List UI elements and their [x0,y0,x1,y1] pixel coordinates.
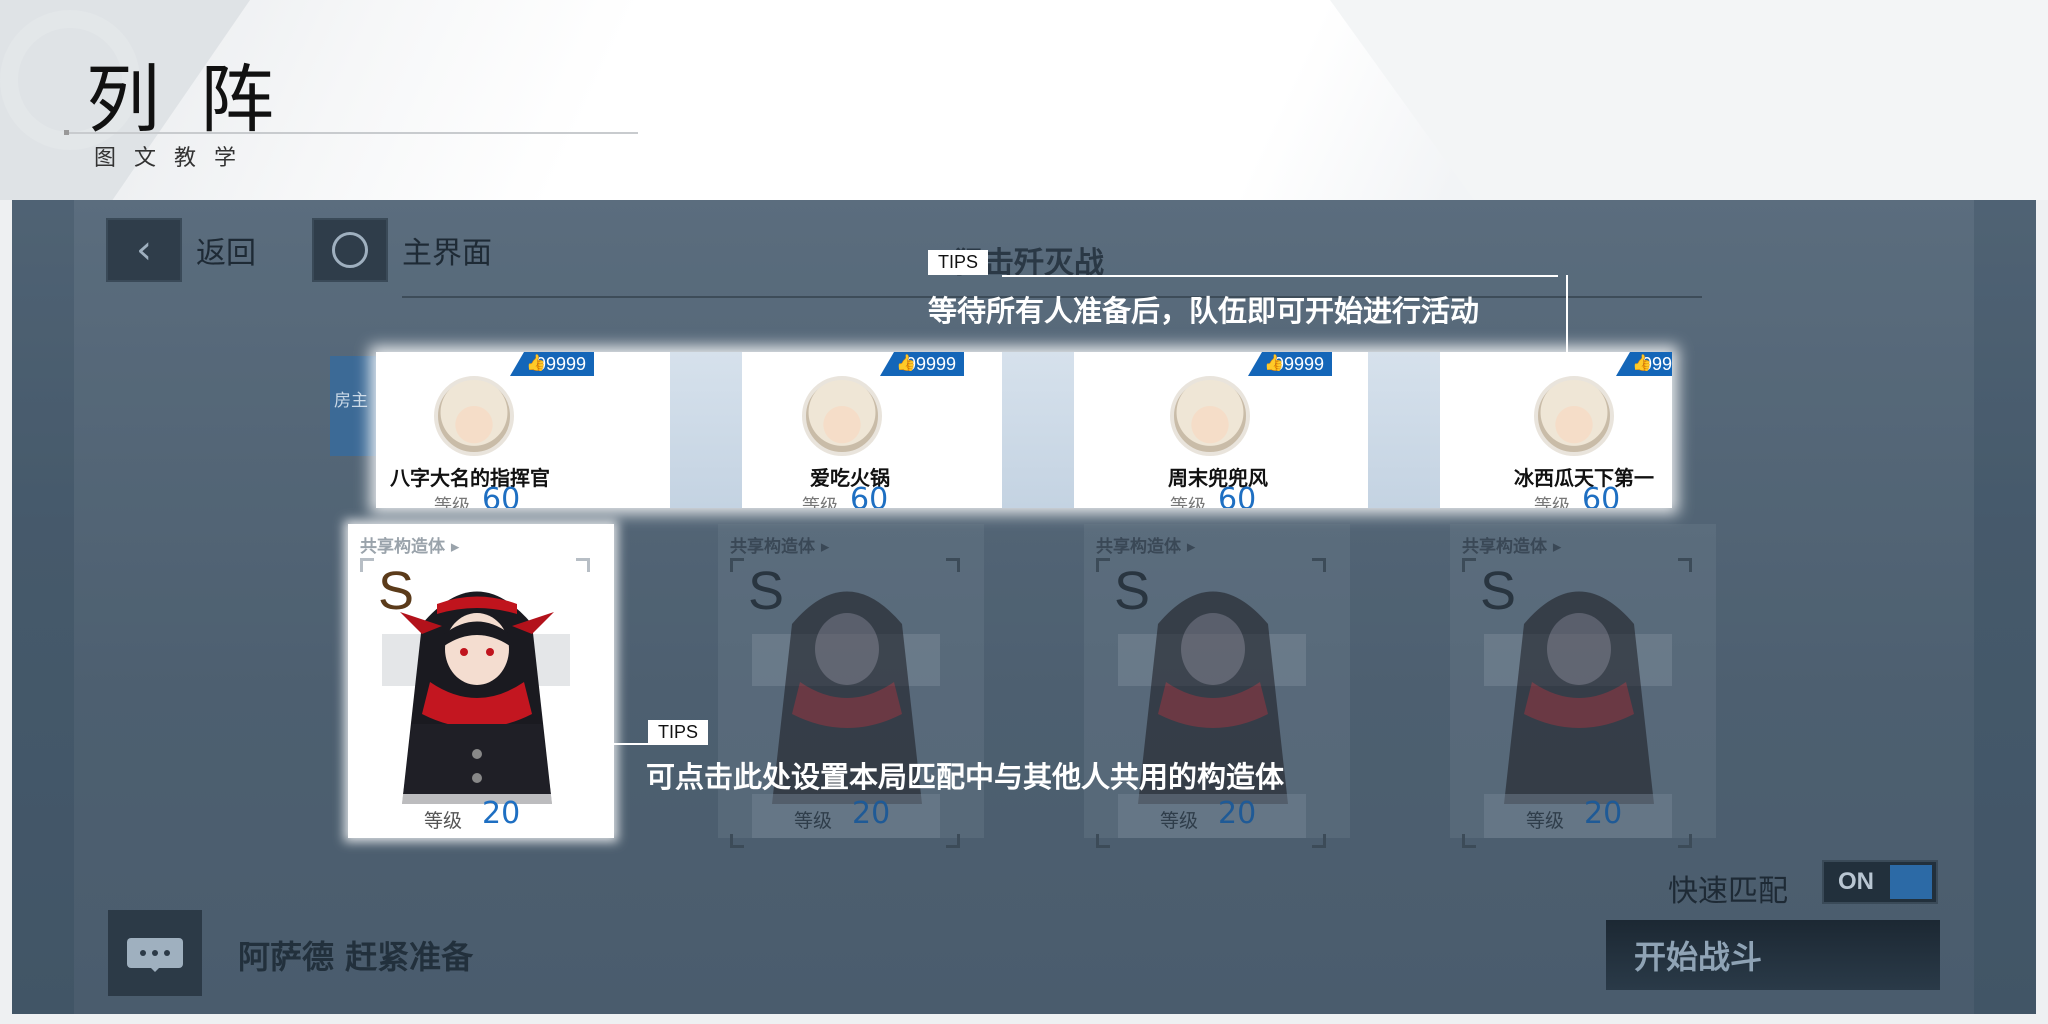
tip-tag: TIPS [928,250,989,275]
tip-text: 等待所有人准备后，队伍即可开始进行活动 [928,294,1480,328]
tip-connector [1566,275,1568,353]
player-level-label: 等级 [1534,496,1570,508]
chat-icon [127,938,183,972]
like-badge: 👍 99999 [1248,352,1333,376]
thumbs-up-icon: 👍 [1264,355,1284,372]
player-slot[interactable]: 👍 99999 爱吃火锅 等级 60 [708,352,1074,508]
avatar [1534,376,1614,456]
chat-message: 阿萨德 赶紧准备 [238,938,474,976]
thumbs-up-icon: 👍 [526,355,546,372]
player-level: 60 [1582,482,1621,508]
player-level-label: 等级 [1170,496,1206,508]
tip-text: 可点击此处设置本局匹配中与其他人共用的构造体 [646,760,1285,794]
player-name: 八字大名的指挥官 [390,466,550,490]
player-level: 60 [482,482,521,508]
construct-level-label: 等级 [1160,810,1199,832]
card-header: 共享构造体 ▸ [360,537,460,557]
shared-construct-card[interactable]: 共享构造体 ▸ S 等级 20 [1450,524,1716,848]
player-strip: 👍 99999 八字大名的指挥官 等级 60 👍 99999 爱吃火锅 等级 6… [376,352,1672,508]
player-level: 60 [850,482,889,508]
card-header: 共享构造体 ▸ [730,537,830,557]
construct-level-label: 等级 [794,810,833,832]
construct-level-label: 等级 [424,810,463,832]
thumbs-up-icon: 👍 [896,355,916,372]
toggle-state: ON [1838,868,1874,895]
like-badge: 👍 99999 [510,352,595,376]
card-footer [1484,794,1672,838]
chat-button[interactable] [108,910,202,996]
avatar [1170,376,1250,456]
game-screenshot: ‹ 返回 主界面 狙击歼灭战 TIPS 等待所有人准备后，队伍即可开始进行活动 … [12,200,2036,1014]
player-level: 60 [1218,482,1257,508]
back-label: 返回 [196,236,256,271]
page-subtitle: 图文教学 [94,146,255,171]
construct-portrait [1504,591,1654,804]
thumbs-up-icon: 👍 [1632,355,1652,372]
like-badge: 👍 99999 [1616,352,1672,376]
card-footer [752,794,940,838]
avatar [434,376,514,456]
player-level-label: 等级 [434,496,470,508]
back-button[interactable]: ‹ 返回 [106,218,256,282]
home-circle-icon [312,218,388,282]
quick-match-toggle[interactable]: ON [1822,860,1938,904]
home-label: 主界面 [402,236,492,271]
avatar [802,376,882,456]
start-battle-button[interactable]: 开始战斗 [1606,920,1940,990]
title-divider [64,130,638,135]
card-header: 共享构造体 ▸ [1096,537,1196,557]
construct-level: 20 [1584,796,1623,831]
construct-level: 20 [1218,796,1257,831]
card-header: 共享构造体 ▸ [1462,537,1562,557]
host-tab: 房主 [330,356,376,456]
player-slot[interactable]: 👍 99999 周末兜兜风 等级 60 [1074,352,1440,508]
toggle-knob [1890,865,1932,899]
quick-match-label: 快速匹配 [1668,874,1788,909]
page-title: 列阵 [86,57,314,143]
back-chevron-icon: ‹ [106,218,182,282]
construct-level-label: 等级 [1526,810,1565,832]
construct-level: 20 [852,796,891,831]
tip-connector [1002,275,1558,277]
player-level-label: 等级 [802,496,838,508]
construct-portrait [400,591,554,804]
card-footer [382,794,570,838]
home-button[interactable]: 主界面 [312,218,492,282]
player-slot[interactable]: 👍 99999 冰西瓜天下第一 等级 60 [1440,352,1672,508]
tip-tag: TIPS [648,720,709,745]
construct-level: 20 [482,796,521,831]
shared-construct-card[interactable]: 共享构造体 ▸ S 等级 20 [348,524,614,838]
card-footer [1118,794,1306,838]
player-slot[interactable]: 👍 99999 八字大名的指挥官 等级 60 [376,352,742,508]
like-badge: 👍 99999 [880,352,965,376]
